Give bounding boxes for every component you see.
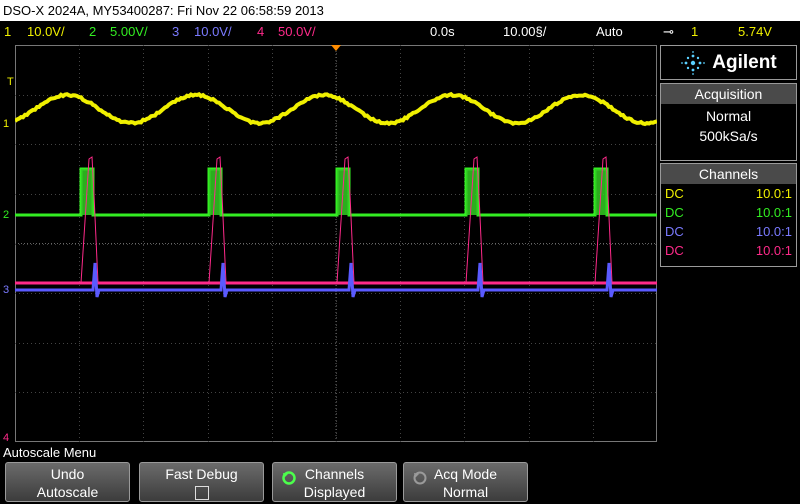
agilent-spark-icon — [680, 50, 706, 76]
probe-ratio: 10.0:1 — [756, 222, 792, 241]
waveform-display[interactable] — [15, 45, 657, 442]
trigger-mode[interactable]: Auto — [596, 21, 623, 42]
ch3-number[interactable]: 3 — [172, 21, 179, 42]
window-title: DSO-X 2024A, MY53400287: Fri Nov 22 06:5… — [0, 0, 800, 21]
acq-mode-button[interactable]: Acq Mode Normal — [403, 462, 528, 502]
acquisition-mode: Normal — [661, 106, 796, 126]
trigger-source[interactable]: 1 — [691, 21, 698, 42]
coupling: DC — [665, 184, 684, 203]
ch2-ground-marker[interactable]: 2 — [3, 209, 9, 221]
trigger-level-marker[interactable]: T — [7, 76, 14, 88]
graticule — [15, 45, 657, 442]
ch2-waveform — [15, 169, 657, 215]
brand-box: Agilent — [660, 45, 797, 80]
time-scale[interactable]: 10.00§/ — [503, 21, 546, 42]
channel-row-1: DC 10.0:1 — [661, 184, 796, 203]
coupling: DC — [665, 241, 684, 260]
rotate-knob-icon — [281, 470, 297, 490]
sample-rate: 500kSa/s — [661, 126, 796, 146]
status-bar: 1 10.0V/ 2 5.00V/ 3 10.0V/ 4 50.0V/ 0.0s… — [0, 21, 800, 42]
ch3-ground-marker[interactable]: 3 — [3, 284, 9, 296]
ch2-number[interactable]: 2 — [89, 21, 96, 42]
undo-autoscale-button[interactable]: Undo Autoscale — [5, 462, 130, 502]
coupling: DC — [665, 222, 684, 241]
brand-logo: Agilent — [712, 52, 776, 74]
waveform-svg — [15, 45, 657, 442]
acquisition-panel[interactable]: Acquisition Normal 500kSa/s — [660, 83, 797, 161]
trigger-position-marker[interactable] — [331, 45, 341, 51]
ch4-ground-marker[interactable]: 4 — [3, 432, 9, 444]
channels-displayed-button[interactable]: Channels Displayed — [272, 462, 397, 502]
softkey-sublabel: Autoscale — [6, 483, 129, 501]
ch4-number[interactable]: 4 — [257, 21, 264, 42]
channel-row-3: DC 10.0:1 — [661, 222, 796, 241]
time-delay[interactable]: 0.0s — [430, 21, 455, 42]
ch2-scale[interactable]: 5.00V/ — [110, 21, 148, 42]
channels-panel[interactable]: Channels DC 10.0:1 DC 10.0:1 DC 10.0:1 D… — [660, 163, 797, 267]
softkey-label: Undo — [6, 463, 129, 483]
fast-debug-button[interactable]: Fast Debug — [139, 462, 264, 502]
channel-row-4: DC 10.0:1 — [661, 241, 796, 260]
fast-debug-checkbox[interactable] — [195, 486, 209, 500]
acquisition-header: Acquisition — [661, 84, 796, 104]
coupling: DC — [665, 203, 684, 222]
rotate-knob-icon — [412, 470, 428, 490]
ch1-number[interactable]: 1 — [4, 21, 11, 42]
trigger-slope-icon: ⊸ — [663, 21, 674, 42]
ch1-ground-marker[interactable]: 1 — [3, 118, 9, 130]
ch1-scale[interactable]: 10.0V/ — [27, 21, 65, 42]
trigger-level[interactable]: 5.74V — [738, 21, 772, 42]
probe-ratio: 10.0:1 — [756, 203, 792, 222]
ch4-scale[interactable]: 50.0V/ — [278, 21, 316, 42]
softkey-label: Fast Debug — [140, 463, 263, 483]
probe-ratio: 10.0:1 — [756, 184, 792, 203]
menu-title: Autoscale Menu — [0, 444, 800, 461]
probe-ratio: 10.0:1 — [756, 241, 792, 260]
ch3-scale[interactable]: 10.0V/ — [194, 21, 232, 42]
channels-header: Channels — [661, 164, 796, 184]
channel-row-2: DC 10.0:1 — [661, 203, 796, 222]
